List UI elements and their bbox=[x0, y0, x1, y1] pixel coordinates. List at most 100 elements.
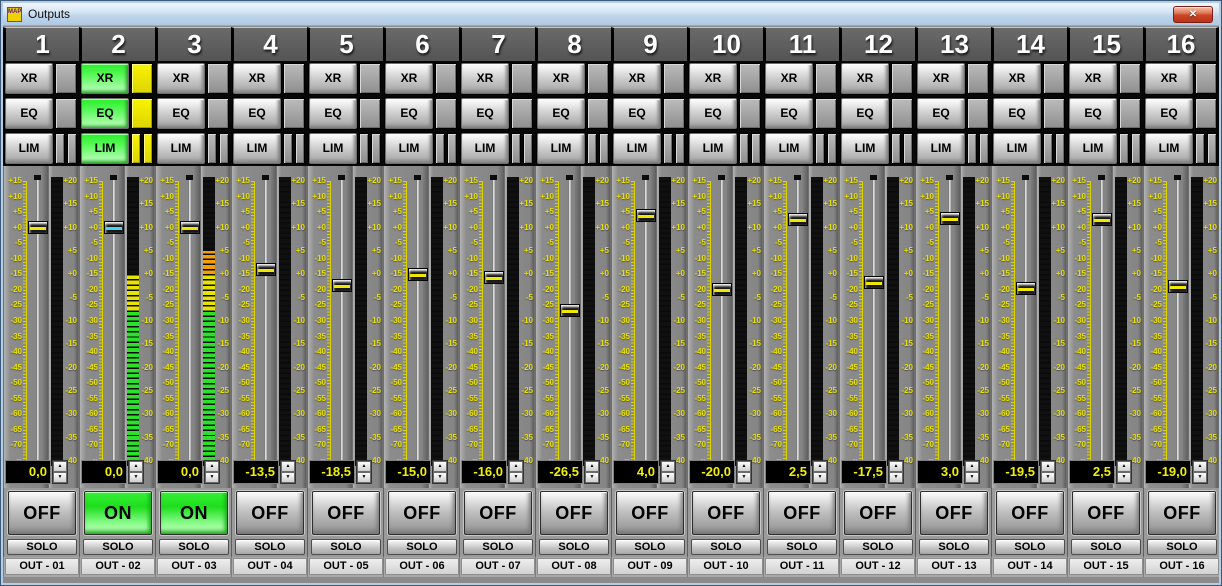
spinner-down-button[interactable]: ▼ bbox=[661, 472, 675, 483]
power-button[interactable]: ON bbox=[160, 491, 228, 535]
gain-value[interactable]: -15,0 bbox=[385, 460, 431, 484]
solo-button[interactable]: SOLO bbox=[83, 539, 153, 555]
xr-button[interactable]: XR bbox=[993, 63, 1041, 94]
eq-button[interactable]: EQ bbox=[309, 98, 357, 129]
gain-value[interactable]: 0,0 bbox=[157, 460, 203, 484]
gain-value[interactable]: -18,5 bbox=[309, 460, 355, 484]
fader-thumb[interactable] bbox=[408, 268, 428, 281]
fader-thumb[interactable] bbox=[712, 283, 732, 296]
fader-track[interactable] bbox=[1091, 166, 1112, 488]
xr-button[interactable]: XR bbox=[917, 63, 965, 94]
solo-button[interactable]: SOLO bbox=[919, 539, 989, 555]
gain-value[interactable]: 0,0 bbox=[5, 460, 51, 484]
xr-button[interactable]: XR bbox=[461, 63, 509, 94]
gain-value[interactable]: -17,5 bbox=[841, 460, 887, 484]
lim-button[interactable]: LIM bbox=[1145, 133, 1193, 164]
solo-button[interactable]: SOLO bbox=[463, 539, 533, 555]
eq-button[interactable]: EQ bbox=[1145, 98, 1193, 129]
fader-thumb[interactable] bbox=[180, 221, 200, 234]
fader-track[interactable] bbox=[711, 166, 732, 488]
power-button[interactable]: OFF bbox=[312, 491, 380, 535]
fader-thumb[interactable] bbox=[940, 212, 960, 225]
lim-button[interactable]: LIM bbox=[613, 133, 661, 164]
spinner-up-button[interactable]: ▲ bbox=[585, 461, 599, 472]
lim-button[interactable]: LIM bbox=[81, 133, 129, 164]
spinner-up-button[interactable]: ▲ bbox=[205, 461, 219, 472]
solo-button[interactable]: SOLO bbox=[311, 539, 381, 555]
xr-button[interactable]: XR bbox=[5, 63, 53, 94]
xr-button[interactable]: XR bbox=[689, 63, 737, 94]
spinner-up-button[interactable]: ▲ bbox=[1041, 461, 1055, 472]
fader-track[interactable] bbox=[939, 166, 960, 488]
eq-button[interactable]: EQ bbox=[385, 98, 433, 129]
spinner-up-button[interactable]: ▲ bbox=[661, 461, 675, 472]
fader-thumb[interactable] bbox=[788, 213, 808, 226]
spinner-up-button[interactable]: ▲ bbox=[281, 461, 295, 472]
eq-button[interactable]: EQ bbox=[765, 98, 813, 129]
fader-thumb[interactable] bbox=[560, 304, 580, 317]
gain-value[interactable]: 4,0 bbox=[613, 460, 659, 484]
power-button[interactable]: OFF bbox=[8, 491, 76, 535]
spinner-down-button[interactable]: ▼ bbox=[813, 472, 827, 483]
spinner-up-button[interactable]: ▲ bbox=[129, 461, 143, 472]
spinner-up-button[interactable]: ▲ bbox=[889, 461, 903, 472]
solo-button[interactable]: SOLO bbox=[235, 539, 305, 555]
power-button[interactable]: OFF bbox=[768, 491, 836, 535]
power-button[interactable]: OFF bbox=[236, 491, 304, 535]
solo-button[interactable]: SOLO bbox=[615, 539, 685, 555]
fader-thumb[interactable] bbox=[484, 271, 504, 284]
xr-button[interactable]: XR bbox=[841, 63, 889, 94]
spinner-down-button[interactable]: ▼ bbox=[737, 472, 751, 483]
eq-button[interactable]: EQ bbox=[689, 98, 737, 129]
power-button[interactable]: OFF bbox=[996, 491, 1064, 535]
spinner-down-button[interactable]: ▼ bbox=[1193, 472, 1207, 483]
gain-value[interactable]: -19,0 bbox=[1145, 460, 1191, 484]
close-button[interactable]: ✕ bbox=[1173, 6, 1213, 23]
gain-value[interactable]: -19,5 bbox=[993, 460, 1039, 484]
gain-value[interactable]: 2,5 bbox=[1069, 460, 1115, 484]
fader-track[interactable] bbox=[787, 166, 808, 488]
eq-button[interactable]: EQ bbox=[1069, 98, 1117, 129]
eq-button[interactable]: EQ bbox=[613, 98, 661, 129]
eq-button[interactable]: EQ bbox=[917, 98, 965, 129]
lim-button[interactable]: LIM bbox=[233, 133, 281, 164]
solo-button[interactable]: SOLO bbox=[539, 539, 609, 555]
gain-value[interactable]: -26,5 bbox=[537, 460, 583, 484]
eq-button[interactable]: EQ bbox=[233, 98, 281, 129]
fader-track[interactable] bbox=[1167, 166, 1188, 488]
power-button[interactable]: OFF bbox=[692, 491, 760, 535]
spinner-up-button[interactable]: ▲ bbox=[1117, 461, 1131, 472]
spinner-up-button[interactable]: ▲ bbox=[357, 461, 371, 472]
spinner-down-button[interactable]: ▼ bbox=[129, 472, 143, 483]
lim-button[interactable]: LIM bbox=[537, 133, 585, 164]
spinner-down-button[interactable]: ▼ bbox=[585, 472, 599, 483]
fader-track[interactable] bbox=[863, 166, 884, 488]
gain-value[interactable]: 2,5 bbox=[765, 460, 811, 484]
solo-button[interactable]: SOLO bbox=[843, 539, 913, 555]
power-button[interactable]: OFF bbox=[920, 491, 988, 535]
fader-thumb[interactable] bbox=[104, 221, 124, 234]
spinner-up-button[interactable]: ▲ bbox=[737, 461, 751, 472]
spinner-down-button[interactable]: ▼ bbox=[509, 472, 523, 483]
eq-button[interactable]: EQ bbox=[157, 98, 205, 129]
spinner-down-button[interactable]: ▼ bbox=[889, 472, 903, 483]
solo-button[interactable]: SOLO bbox=[767, 539, 837, 555]
xr-button[interactable]: XR bbox=[1069, 63, 1117, 94]
xr-button[interactable]: XR bbox=[309, 63, 357, 94]
title-bar[interactable]: MAP Outputs ✕ bbox=[3, 3, 1219, 26]
xr-button[interactable]: XR bbox=[1145, 63, 1193, 94]
lim-button[interactable]: LIM bbox=[765, 133, 813, 164]
lim-button[interactable]: LIM bbox=[689, 133, 737, 164]
power-button[interactable]: OFF bbox=[540, 491, 608, 535]
spinner-down-button[interactable]: ▼ bbox=[53, 472, 67, 483]
fader-thumb[interactable] bbox=[332, 279, 352, 292]
gain-value[interactable]: -13,5 bbox=[233, 460, 279, 484]
gain-value[interactable]: -20,0 bbox=[689, 460, 735, 484]
eq-button[interactable]: EQ bbox=[993, 98, 1041, 129]
lim-button[interactable]: LIM bbox=[461, 133, 509, 164]
xr-button[interactable]: XR bbox=[81, 63, 129, 94]
spinner-up-button[interactable]: ▲ bbox=[1193, 461, 1207, 472]
eq-button[interactable]: EQ bbox=[5, 98, 53, 129]
power-button[interactable]: OFF bbox=[388, 491, 456, 535]
fader-thumb[interactable] bbox=[28, 221, 48, 234]
